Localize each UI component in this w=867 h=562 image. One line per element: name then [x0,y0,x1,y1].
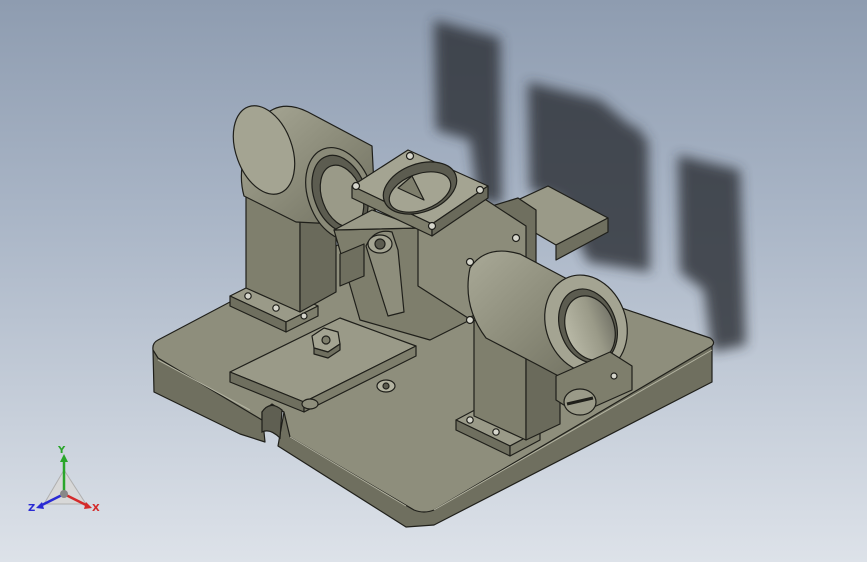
y-axis-label: Y [58,445,66,456]
x-axis-label: X [92,503,100,514]
coordinate-triad[interactable]: Y X Z [22,446,108,526]
plate-slots [261,404,283,440]
cad-viewport[interactable]: Y X Z [0,0,867,562]
model-render[interactable] [0,0,867,562]
triad-graphic [36,454,92,509]
z-axis-label: Z [28,503,36,514]
